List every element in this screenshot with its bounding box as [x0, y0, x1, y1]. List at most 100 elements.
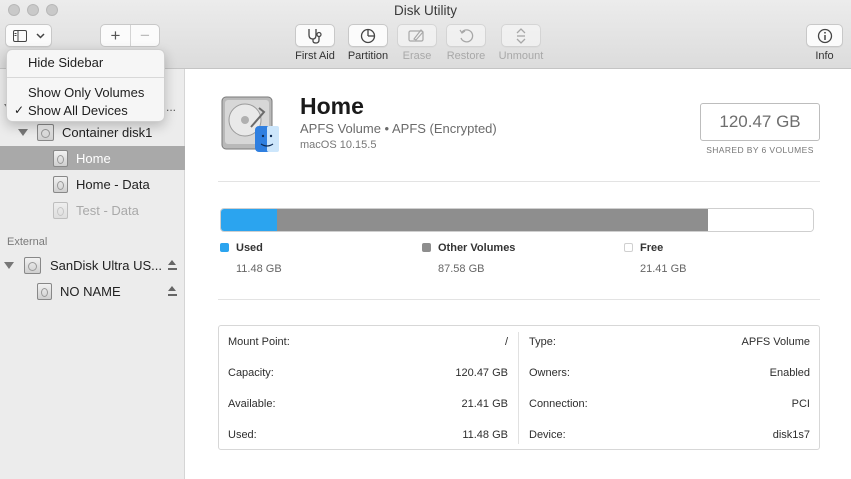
detail-label: Device:: [529, 429, 566, 441]
column-divider: [518, 332, 519, 444]
hard-drive-icon: [221, 96, 279, 152]
partition-button[interactable]: [348, 24, 388, 47]
erase-icon: [408, 28, 424, 42]
detail-row-owners: Owners: Enabled: [529, 364, 810, 382]
detail-value: PCI: [791, 398, 810, 410]
restore-label: Restore: [446, 50, 486, 62]
detail-label: Mount Point:: [228, 336, 290, 348]
detail-value: disk1s7: [772, 429, 810, 441]
sidebar: ... Container disk1 Home Home - Data Tes…: [0, 69, 185, 479]
sidebar-item-container[interactable]: Container disk1: [0, 120, 185, 144]
detail-value: APFS Volume: [741, 336, 810, 348]
sidebar-item-label: Home: [76, 150, 111, 166]
detail-label: Type:: [529, 336, 556, 348]
volume-name: Home: [300, 93, 364, 119]
container-disk-icon: [37, 123, 54, 141]
volume-format: APFS Volume • APFS (Encrypted): [300, 121, 497, 136]
more-indicator: ...: [166, 100, 177, 114]
eject-icon[interactable]: [168, 286, 177, 296]
menu-item-show-all-devices[interactable]: ✓ Show All Devices: [7, 101, 164, 119]
usage-bar: [220, 208, 814, 232]
sidebar-item-sandisk[interactable]: SanDisk Ultra US...: [0, 253, 185, 277]
volume-icon: [53, 175, 68, 193]
legend-value: 21.41 GB: [640, 263, 687, 275]
menu-item-label: Hide Sidebar: [28, 54, 104, 70]
menu-item-show-only-volumes[interactable]: Show Only Volumes: [7, 83, 164, 101]
legend-label: Used: [236, 242, 263, 254]
volume-icon: [37, 282, 52, 300]
menu-item-label: Show All Devices: [28, 102, 128, 118]
sidebar-item-label: Test - Data: [76, 202, 139, 218]
volume-os: macOS 10.15.5: [300, 139, 377, 151]
unmount-icon: [516, 27, 526, 44]
detail-row-capacity: Capacity: 120.47 GB: [228, 364, 508, 382]
legend-swatch: [220, 243, 229, 252]
sidebar-item-no-name[interactable]: NO NAME: [0, 279, 185, 303]
legend-value: 11.48 GB: [236, 263, 282, 275]
sidebar-view-button[interactable]: [5, 24, 52, 47]
detail-value: /: [504, 336, 508, 348]
detail-label: Used:: [228, 429, 257, 441]
divider: [218, 181, 820, 182]
detail-label: Owners:: [529, 367, 570, 379]
legend-label: Free: [640, 242, 664, 254]
detail-label: Connection:: [529, 398, 588, 410]
external-disk-icon: [24, 256, 41, 274]
legend-label: Other Volumes: [438, 242, 516, 254]
disclosure-triangle-icon[interactable]: [4, 261, 14, 269]
detail-row-available: Available: 21.41 GB: [228, 395, 508, 413]
volume-capacity: 120.47 GB: [700, 103, 820, 141]
detail-row-used: Used: 11.48 GB: [228, 426, 508, 444]
eject-icon[interactable]: [168, 260, 177, 270]
restore-button[interactable]: [446, 24, 486, 47]
usage-segment-free: [707, 209, 813, 231]
window-title: Disk Utility: [394, 3, 457, 18]
view-menu: Hide Sidebar Show Only Volumes ✓ Show Al…: [6, 49, 165, 122]
erase-label: Erase: [402, 50, 432, 62]
chevron-down-icon: [35, 32, 45, 39]
detail-value: 11.48 GB: [462, 429, 508, 441]
sidebar-item-label: Home - Data: [76, 176, 150, 192]
disclosure-triangle-icon[interactable]: [18, 128, 28, 136]
sidebar-item-label: Container disk1: [62, 124, 153, 140]
remove-volume-button[interactable]: −: [130, 25, 159, 46]
detail-row-connection: Connection: PCI: [529, 395, 810, 413]
legend-swatch: [422, 243, 431, 252]
sidebar-item-label: NO NAME: [60, 283, 121, 299]
divider: [218, 299, 820, 300]
add-remove-control: + −: [100, 24, 160, 47]
menu-item-hide-sidebar[interactable]: Hide Sidebar: [7, 53, 164, 71]
detail-row-device: Device: disk1s7: [529, 426, 810, 444]
volume-icon: [53, 149, 68, 167]
unmount-button[interactable]: [501, 24, 541, 47]
sidebar-item-test-data[interactable]: Test - Data: [0, 198, 185, 222]
detail-label: Available:: [228, 398, 276, 410]
info-icon: [817, 28, 832, 43]
sidebar-icon: [12, 29, 27, 42]
add-volume-button[interactable]: +: [101, 25, 130, 46]
detail-value: 120.47 GB: [455, 367, 508, 379]
stethoscope-icon: [308, 28, 322, 44]
shared-volumes-note: SHARED BY 6 VOLUMES: [706, 145, 814, 155]
info-button[interactable]: [806, 24, 843, 47]
sidebar-item-label: SanDisk Ultra US...: [50, 257, 162, 273]
sidebar-item-home[interactable]: Home: [0, 146, 185, 170]
detail-row-mount-point: Mount Point: /: [228, 333, 508, 351]
main-panel: Home APFS Volume • APFS (Encrypted) macO…: [186, 69, 851, 479]
external-section-header: External: [7, 236, 48, 248]
unmount-label: Unmount: [498, 50, 544, 62]
erase-button[interactable]: [397, 24, 437, 47]
pie-chart-icon: [360, 28, 376, 43]
checkmark-icon: ✓: [14, 103, 25, 117]
detail-label: Capacity:: [228, 367, 274, 379]
detail-value: 21.41 GB: [461, 398, 508, 410]
volume-icon: [53, 201, 68, 219]
info-label: Info: [815, 50, 834, 62]
first-aid-label: First Aid: [295, 50, 335, 62]
menu-separator: [7, 77, 164, 78]
first-aid-button[interactable]: [295, 24, 335, 47]
sidebar-item-home-data[interactable]: Home - Data: [0, 172, 185, 196]
menu-item-label: Show Only Volumes: [28, 84, 145, 100]
volume-details-table: Mount Point: / Capacity: 120.47 GB Avail…: [218, 325, 820, 450]
detail-row-type: Type: APFS Volume: [529, 333, 810, 351]
